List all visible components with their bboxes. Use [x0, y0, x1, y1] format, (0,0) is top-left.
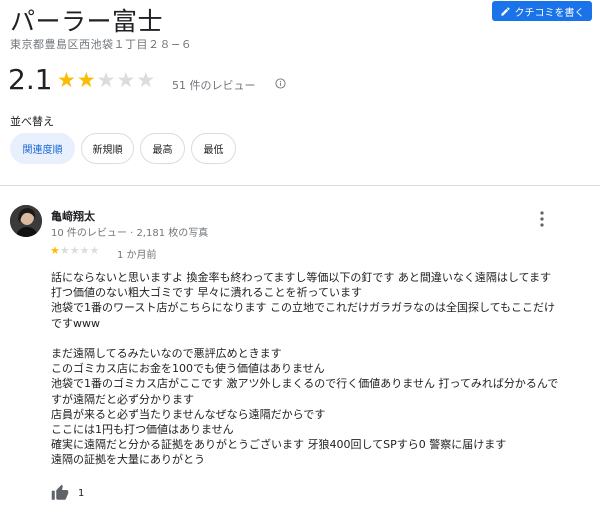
sort-label: 並べ替え [10, 115, 54, 128]
star-icon: ★ [69, 244, 80, 257]
star-icon: ★ [57, 68, 76, 92]
review-line: 確実に遠隔だと分かる証拠をありがとうございます 牙狼400回してSPすら0 警察… [51, 438, 507, 452]
review-line: ですwww [51, 316, 100, 330]
place-address: 東京都豊島区西池袋１丁目２８−６ [10, 38, 193, 51]
review-line [51, 331, 586, 346]
review-line: 遠隔の証拠を大量にありがとう [51, 453, 205, 467]
star-icon: ★ [50, 244, 60, 257]
pencil-icon [500, 6, 510, 16]
star-icon: ★ [89, 244, 100, 257]
sort-chip-lowest[interactable]: 最低 [191, 133, 236, 164]
like-count: 1 [78, 487, 85, 499]
divider [0, 185, 600, 186]
sort-chip-newest[interactable]: 新規順 [81, 133, 134, 164]
review-line: このゴミカス店にお金を100でも使う価値はありません [51, 362, 325, 376]
review-line: ここには1円も打つ価値はありません [51, 423, 234, 437]
review-count[interactable]: 51 件のレビュー [172, 77, 256, 93]
review-time: 1 か月前 [117, 250, 157, 261]
review-stars: ★ ★ ★ ★ ★ [50, 245, 99, 256]
review-line: まだ遠隔してるみたいなので悪評広めときます [51, 347, 282, 360]
review-text: 話にならないと思いますよ 換金率も終わってますし等価以下の釘です あと間違いなく… [51, 270, 586, 468]
star-icon: ★ [116, 68, 136, 92]
review-line: 打つ価値のない粗大ゴミです 早々に潰れることを祈っています [51, 286, 362, 300]
star-icon: ★ [79, 244, 90, 257]
star-icon: ★ [96, 68, 116, 92]
review-line: 店員が来ると必ず当たりませんなぜなら遠隔だからです [51, 407, 326, 421]
more-vert-icon[interactable] [535, 210, 549, 228]
sort-chip-highest[interactable]: 最高 [140, 133, 185, 164]
review-line: すが遠隔だと必ず分かります [51, 392, 194, 406]
like-button[interactable]: 1 [51, 484, 84, 502]
write-review-button[interactable]: クチコミを書く [492, 1, 592, 21]
rating-stars: ★ ★ ★ ★ ★ [57, 70, 155, 91]
rating-value: 2.1 [8, 63, 53, 96]
write-review-label: クチコミを書く [514, 7, 585, 19]
info-icon[interactable] [275, 78, 286, 89]
thumb-up-icon [51, 484, 69, 500]
review-line: 池袋で1番のゴミカス店がここです 激アツ外しまくるので行く価値ありません 打って… [51, 377, 559, 391]
review-line: 話にならないと思いますよ 換金率も終わってますし等価以下の釘です あと間違いなく… [51, 271, 552, 284]
place-title: パーラー富士 [10, 7, 164, 36]
avatar[interactable] [10, 205, 42, 237]
reviewer-meta: 10 件のレビュー · 2,181 枚の写真 [51, 228, 209, 239]
star-icon: ★ [76, 68, 96, 92]
star-icon: ★ [136, 68, 156, 92]
sort-chips: 関連度順 新規順 最高 最低 [10, 133, 236, 164]
sort-chip-relevance[interactable]: 関連度順 [10, 133, 75, 164]
star-icon: ★ [59, 244, 70, 257]
review-line: 池袋で1番のワースト店がこちらになります この立地でこれだけガラガラなのは全国探… [51, 301, 556, 315]
reviewer-name[interactable]: 亀﨑翔太 [51, 208, 95, 224]
